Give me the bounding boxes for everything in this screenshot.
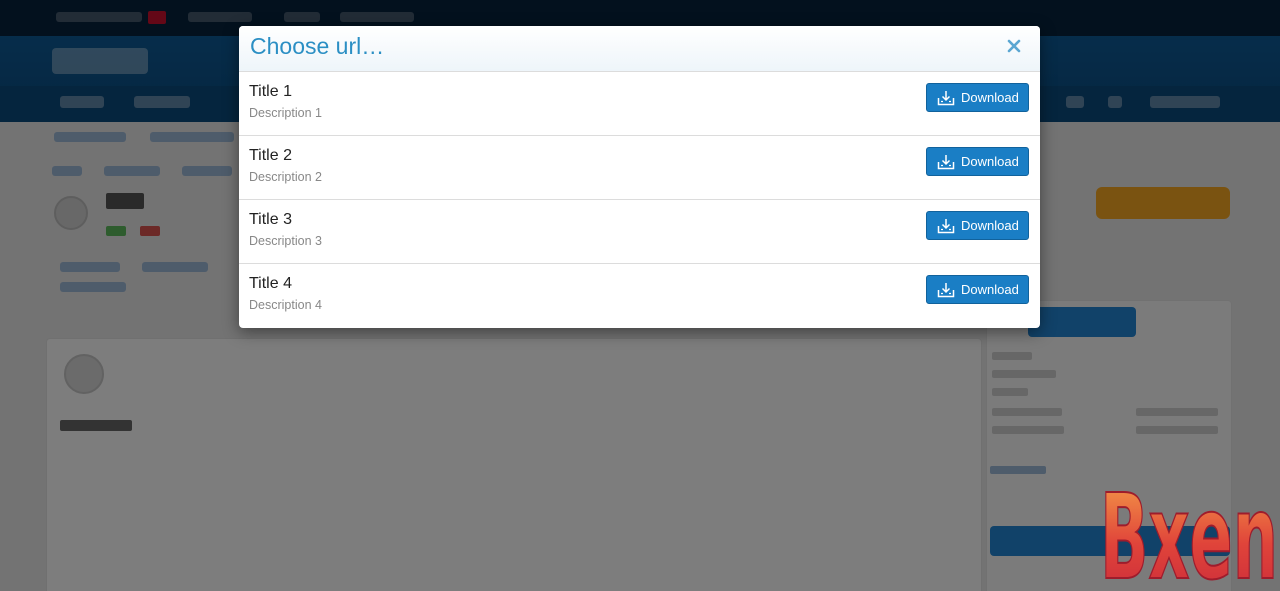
download-icon xyxy=(937,154,955,169)
download-icon xyxy=(937,218,955,233)
download-icon xyxy=(937,282,955,297)
download-button[interactable]: Download xyxy=(926,211,1029,240)
item-description: Description 1 xyxy=(249,106,322,120)
watermark-logo: Bxen xyxy=(1099,467,1279,588)
list-item: Title 3 Description 3 Download xyxy=(239,200,1040,264)
item-title: Title 2 xyxy=(249,147,292,164)
download-button-label: Download xyxy=(961,90,1019,105)
item-title: Title 4 xyxy=(249,275,292,292)
list-item: Title 2 Description 2 Download xyxy=(239,136,1040,200)
download-button[interactable]: Download xyxy=(926,275,1029,304)
download-button-label: Download xyxy=(961,218,1019,233)
choose-url-modal: Choose url… Title 1 Description 1 Downlo… xyxy=(239,26,1040,328)
url-list: Title 1 Description 1 Download Title 2 D… xyxy=(239,72,1040,327)
item-title: Title 3 xyxy=(249,211,292,228)
close-icon xyxy=(1007,39,1021,53)
list-item: Title 1 Description 1 Download xyxy=(239,72,1040,136)
list-item: Title 4 Description 4 Download xyxy=(239,264,1040,327)
modal-header: Choose url… xyxy=(239,26,1040,72)
download-button-label: Download xyxy=(961,154,1019,169)
modal-title: Choose url… xyxy=(250,33,385,59)
download-button[interactable]: Download xyxy=(926,147,1029,176)
item-description: Description 2 xyxy=(249,170,322,184)
download-icon xyxy=(937,90,955,105)
close-button[interactable] xyxy=(1004,34,1024,58)
download-button[interactable]: Download xyxy=(926,83,1029,112)
item-description: Description 3 xyxy=(249,234,322,248)
item-description: Description 4 xyxy=(249,298,322,312)
watermark-text: Bxen xyxy=(1100,468,1278,588)
item-title: Title 1 xyxy=(249,83,292,100)
download-button-label: Download xyxy=(961,282,1019,297)
